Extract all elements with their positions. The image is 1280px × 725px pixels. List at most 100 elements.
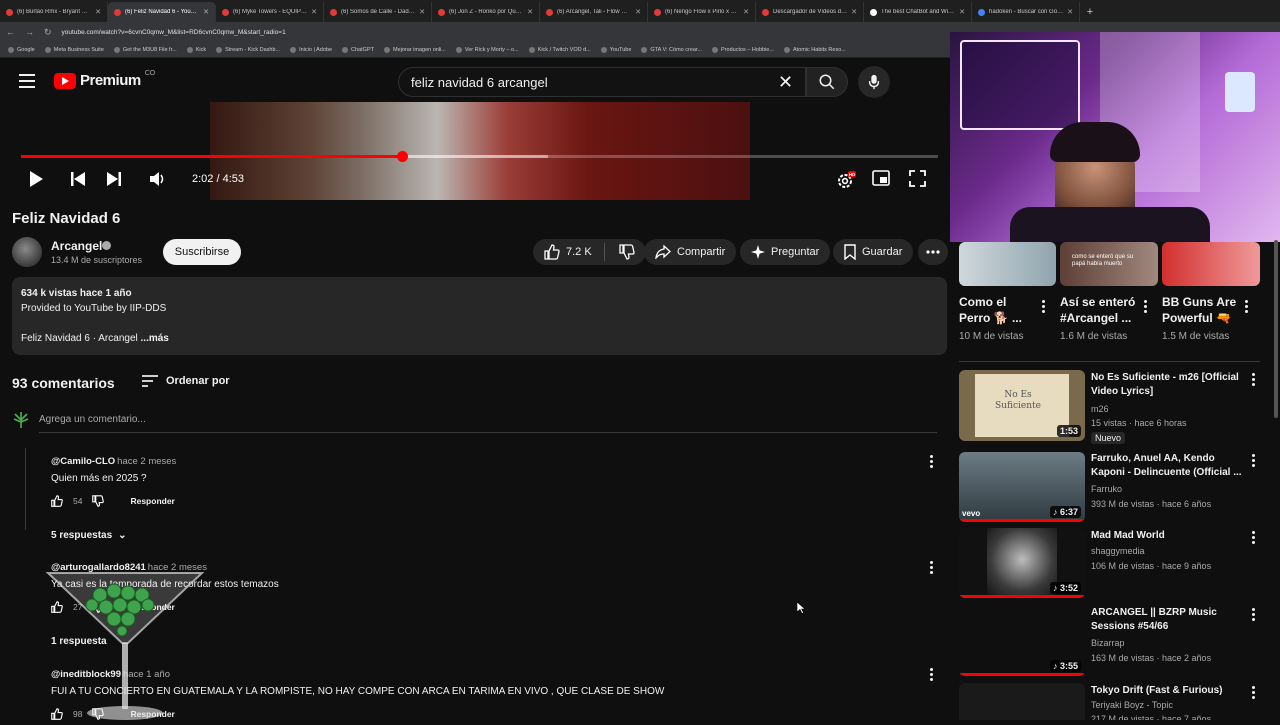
more-vertical-icon[interactable]	[1252, 373, 1256, 388]
url-field[interactable]: youtube.com/watch?v=6cvnC0qmw_M&list=RD6…	[62, 29, 286, 36]
bookmark-item[interactable]: Ver Rick y Morty – o...	[455, 46, 519, 53]
description-box[interactable]: 634 k vistas hace 1 año Provided to YouT…	[12, 277, 947, 355]
fullscreen-icon[interactable]	[909, 170, 926, 187]
related-title[interactable]: Así se enteró #Arcangel ...	[1060, 294, 1142, 326]
related-thumbnail[interactable]: No Es Suficiente 1:53	[959, 370, 1085, 441]
more-actions-button[interactable]	[918, 239, 948, 265]
close-tab-icon[interactable]: ✕	[851, 8, 857, 16]
bookmark-item[interactable]: ChatGPT	[342, 46, 374, 53]
next-icon[interactable]	[106, 170, 122, 188]
bookmark-item[interactable]: Meta Business Suite	[44, 46, 104, 53]
bookmark-item[interactable]: Kick / Twitch VOD d...	[528, 46, 591, 53]
related-channel[interactable]: shaggymedia	[1091, 546, 1145, 556]
browser-tab-active[interactable]: (6) Feliz Navidad 6 - YouTube ✕	[108, 2, 216, 22]
video-player[interactable]: 2:02 / 4:53 HD	[0, 102, 950, 200]
close-tab-icon[interactable]: ✕	[527, 8, 533, 16]
settings-gear-icon[interactable]: HD	[836, 170, 856, 190]
add-comment-input[interactable]: Agrega un comentario...	[39, 414, 937, 433]
clear-search-icon[interactable]: ✕	[778, 72, 793, 93]
search-input[interactable]: feliz navidad 6 arcangel	[398, 67, 806, 97]
related-title[interactable]: Tokyo Drift (Fast & Furious)	[1091, 684, 1243, 698]
bookmark-item[interactable]: Productos – Hobbie...	[712, 46, 774, 53]
browser-tab[interactable]: (6) Burlao Rmx - Bryant Myers ✕	[0, 2, 108, 22]
play-icon[interactable]	[28, 170, 44, 188]
close-tab-icon[interactable]: ✕	[203, 8, 209, 16]
ask-button[interactable]: Preguntar	[740, 239, 831, 265]
browser-tab[interactable]: (6) Ñengo Flow x Pirlo x Estel... ✕	[648, 2, 756, 22]
comment-author[interactable]: @Camilo-CLO hace 2 meses	[51, 456, 176, 467]
like-button[interactable]: 7.2 K	[533, 239, 646, 265]
related-title[interactable]: No Es Suficiente - m26 [Official Video L…	[1091, 371, 1243, 399]
related-title[interactable]: Como el Perro 🐕 ...	[959, 294, 1039, 326]
share-button[interactable]: Compartir	[644, 239, 737, 265]
voice-search-button[interactable]	[858, 66, 890, 98]
comment-more-icon[interactable]	[930, 561, 934, 576]
close-tab-icon[interactable]: ✕	[635, 8, 641, 16]
related-channel[interactable]: Bizarrap	[1091, 638, 1125, 648]
more-vertical-icon[interactable]	[1252, 531, 1256, 546]
browser-tab[interactable]: (6) Myke Towers - EQUIPO DE... ✕	[216, 2, 324, 22]
bookmark-item[interactable]: Kick	[186, 46, 206, 53]
thumbs-down-icon[interactable]	[619, 244, 635, 260]
related-thumbnail[interactable]	[1162, 242, 1260, 286]
previous-icon[interactable]	[70, 170, 86, 188]
more-vertical-icon[interactable]	[1042, 300, 1046, 315]
related-thumbnail[interactable]: ♪ 3:55	[959, 605, 1085, 676]
more-vertical-icon[interactable]	[1245, 300, 1249, 315]
bookmark-item[interactable]: Google	[8, 46, 35, 53]
related-channel[interactable]: m26	[1091, 404, 1109, 414]
close-tab-icon[interactable]: ✕	[743, 8, 749, 16]
close-tab-icon[interactable]: ✕	[95, 8, 101, 16]
related-thumbnail[interactable]: ♪ 3:52	[959, 528, 1085, 598]
forward-arrow-icon[interactable]: →	[25, 27, 34, 37]
bookmark-item[interactable]: Atomic Habits Reso...	[783, 46, 846, 53]
bookmark-item[interactable]: Mejorar imagen onli...	[383, 46, 446, 53]
bookmark-item[interactable]: Inicio | Adobe	[290, 46, 332, 53]
browser-tab[interactable]: hadoken - Buscar con Google ✕	[972, 2, 1080, 22]
progress-bar[interactable]	[21, 151, 938, 162]
browser-tab[interactable]: Descargador de Vídeos de Yo... ✕	[756, 2, 864, 22]
related-title[interactable]: Mad Mad World	[1091, 529, 1243, 543]
comment-more-icon[interactable]	[930, 668, 934, 683]
volume-icon[interactable]	[149, 170, 167, 188]
bookmark-item[interactable]: Stream - Kick Dashb...	[216, 46, 280, 53]
video-frame[interactable]	[210, 102, 750, 200]
bookmark-item[interactable]: GTA V: Cómo crear...	[641, 46, 702, 53]
subscribe-button[interactable]: Suscribirse	[163, 239, 241, 265]
thumbs-up-icon[interactable]	[51, 495, 63, 507]
related-thumbnail[interactable]: como se enteró que su papá había muerto	[1060, 242, 1158, 286]
save-button[interactable]: Guardar	[833, 239, 914, 265]
related-channel[interactable]: Teriyaki Boyz - Topic	[1091, 700, 1173, 710]
thumbs-down-icon[interactable]	[92, 495, 105, 507]
comment-more-icon[interactable]	[930, 455, 934, 470]
related-title[interactable]: Farruko, Anuel AA, Kendo Kaponi - Delinc…	[1091, 452, 1243, 480]
bookmark-item[interactable]: YouTube	[600, 46, 631, 53]
related-title[interactable]: BB Guns Are Powerful 🔫	[1162, 294, 1244, 326]
related-title[interactable]: ARCANGEL || BZRP Music Sessions #54/66	[1091, 606, 1243, 634]
browser-tab[interactable]: (6) Arcángel, Tali - Flow Cabr... ✕	[540, 2, 648, 22]
channel-avatar[interactable]	[12, 237, 42, 267]
browser-tab[interactable]: The best ChatBot and Widget... ✕	[864, 2, 972, 22]
reload-icon[interactable]: ↻	[44, 27, 52, 38]
more-vertical-icon[interactable]	[1252, 686, 1256, 701]
related-thumbnail[interactable]	[959, 242, 1056, 286]
menu-icon[interactable]	[19, 74, 35, 88]
close-tab-icon[interactable]: ✕	[1067, 8, 1073, 16]
miniplayer-icon[interactable]	[872, 170, 890, 186]
browser-tab[interactable]: (6) Somos de Calle - Daddy Ya...✕	[324, 2, 432, 22]
sort-comments-button[interactable]: Ordenar por	[142, 375, 230, 387]
bookmark-item[interactable]: Get the M3U8 File fr...	[113, 46, 177, 53]
show-replies-button[interactable]: 5 respuestas ⌄	[51, 530, 127, 541]
close-tab-icon[interactable]: ✕	[311, 8, 317, 16]
close-tab-icon[interactable]: ✕	[419, 8, 425, 16]
show-more-link[interactable]: ...más	[141, 333, 169, 344]
search-button[interactable]	[806, 67, 848, 97]
more-vertical-icon[interactable]	[1252, 608, 1256, 623]
author-handle[interactable]: @Camilo-CLO	[51, 456, 115, 467]
new-tab-plus-icon[interactable]: +	[1080, 2, 1100, 22]
more-vertical-icon[interactable]	[1252, 454, 1256, 469]
back-arrow-icon[interactable]: ←	[6, 27, 15, 37]
channel-name[interactable]: Arcangel	[51, 239, 102, 253]
related-thumbnail[interactable]: vevo ♪ 6:37	[959, 452, 1085, 522]
reply-button[interactable]: Responder	[130, 496, 174, 506]
